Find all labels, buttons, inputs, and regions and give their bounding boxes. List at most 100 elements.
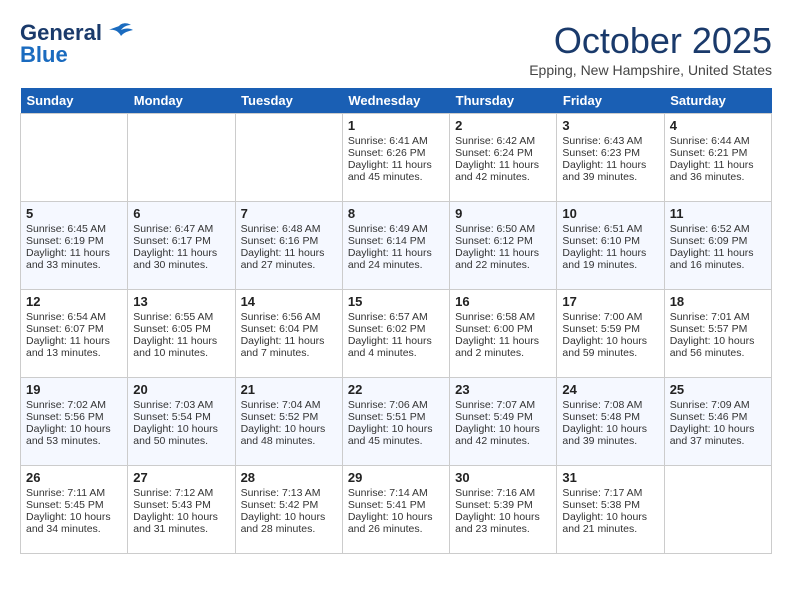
calendar-cell: 23Sunrise: 7:07 AMSunset: 5:49 PMDayligh… [450,378,557,466]
calendar-cell: 5Sunrise: 6:45 AMSunset: 6:19 PMDaylight… [21,202,128,290]
daylight-text: Daylight: 11 hours and 2 minutes. [455,335,551,359]
day-number: 29 [348,470,444,485]
week-row-5: 26Sunrise: 7:11 AMSunset: 5:45 PMDayligh… [21,466,772,554]
sunset-text: Sunset: 6:19 PM [26,235,122,247]
week-row-1: 1Sunrise: 6:41 AMSunset: 6:26 PMDaylight… [21,114,772,202]
day-number: 18 [670,294,766,309]
day-number: 24 [562,382,658,397]
day-number: 27 [133,470,229,485]
sunrise-text: Sunrise: 6:56 AM [241,311,337,323]
daylight-text: Daylight: 10 hours and 53 minutes. [26,423,122,447]
day-number: 20 [133,382,229,397]
daylight-text: Daylight: 11 hours and 7 minutes. [241,335,337,359]
calendar-cell: 26Sunrise: 7:11 AMSunset: 5:45 PMDayligh… [21,466,128,554]
sunrise-text: Sunrise: 6:43 AM [562,135,658,147]
daylight-text: Daylight: 11 hours and 19 minutes. [562,247,658,271]
calendar-cell [21,114,128,202]
week-row-2: 5Sunrise: 6:45 AMSunset: 6:19 PMDaylight… [21,202,772,290]
calendar-cell: 28Sunrise: 7:13 AMSunset: 5:42 PMDayligh… [235,466,342,554]
calendar-cell: 4Sunrise: 6:44 AMSunset: 6:21 PMDaylight… [664,114,771,202]
calendar-cell: 22Sunrise: 7:06 AMSunset: 5:51 PMDayligh… [342,378,449,466]
daylight-text: Daylight: 11 hours and 10 minutes. [133,335,229,359]
sunrise-text: Sunrise: 6:48 AM [241,223,337,235]
calendar-cell [128,114,235,202]
sunrise-text: Sunrise: 7:00 AM [562,311,658,323]
day-header-tuesday: Tuesday [235,88,342,114]
calendar-cell: 9Sunrise: 6:50 AMSunset: 6:12 PMDaylight… [450,202,557,290]
sunset-text: Sunset: 6:12 PM [455,235,551,247]
daylight-text: Daylight: 11 hours and 36 minutes. [670,159,766,183]
sunset-text: Sunset: 6:16 PM [241,235,337,247]
daylight-text: Daylight: 10 hours and 23 minutes. [455,511,551,535]
calendar-cell: 8Sunrise: 6:49 AMSunset: 6:14 PMDaylight… [342,202,449,290]
week-row-4: 19Sunrise: 7:02 AMSunset: 5:56 PMDayligh… [21,378,772,466]
day-number: 13 [133,294,229,309]
sunset-text: Sunset: 6:02 PM [348,323,444,335]
sunset-text: Sunset: 6:07 PM [26,323,122,335]
day-header-wednesday: Wednesday [342,88,449,114]
sunset-text: Sunset: 6:23 PM [562,147,658,159]
sunrise-text: Sunrise: 7:14 AM [348,487,444,499]
calendar-cell: 7Sunrise: 6:48 AMSunset: 6:16 PMDaylight… [235,202,342,290]
sunrise-text: Sunrise: 6:55 AM [133,311,229,323]
calendar-cell: 1Sunrise: 6:41 AMSunset: 6:26 PMDaylight… [342,114,449,202]
day-number: 1 [348,118,444,133]
day-number: 6 [133,206,229,221]
day-header-friday: Friday [557,88,664,114]
day-number: 31 [562,470,658,485]
days-header-row: SundayMondayTuesdayWednesdayThursdayFrid… [21,88,772,114]
daylight-text: Daylight: 10 hours and 42 minutes. [455,423,551,447]
location-text: Epping, New Hampshire, United States [529,62,772,78]
daylight-text: Daylight: 10 hours and 56 minutes. [670,335,766,359]
sunset-text: Sunset: 6:17 PM [133,235,229,247]
sunset-text: Sunset: 5:38 PM [562,499,658,511]
calendar-cell [664,466,771,554]
sunrise-text: Sunrise: 7:02 AM [26,399,122,411]
sunset-text: Sunset: 6:04 PM [241,323,337,335]
calendar-cell: 30Sunrise: 7:16 AMSunset: 5:39 PMDayligh… [450,466,557,554]
logo-blue: Blue [20,42,68,68]
daylight-text: Daylight: 10 hours and 34 minutes. [26,511,122,535]
calendar-cell: 2Sunrise: 6:42 AMSunset: 6:24 PMDaylight… [450,114,557,202]
sunrise-text: Sunrise: 6:58 AM [455,311,551,323]
day-number: 14 [241,294,337,309]
sunrise-text: Sunrise: 7:01 AM [670,311,766,323]
day-number: 30 [455,470,551,485]
sunrise-text: Sunrise: 7:08 AM [562,399,658,411]
daylight-text: Daylight: 10 hours and 50 minutes. [133,423,229,447]
sunrise-text: Sunrise: 6:45 AM [26,223,122,235]
day-number: 16 [455,294,551,309]
calendar-cell: 29 Sunrise: 7:14 AMSunset: 5:41 PMDayligh… [342,466,449,554]
sunrise-text: Sunrise: 6:49 AM [348,223,444,235]
daylight-text: Daylight: 10 hours and 59 minutes. [562,335,658,359]
title-block: October 2025 Epping, New Hampshire, Unit… [529,20,772,78]
sunrise-text: Sunrise: 7:06 AM [348,399,444,411]
week-row-3: 12Sunrise: 6:54 AMSunset: 6:07 PMDayligh… [21,290,772,378]
calendar-cell: 10Sunrise: 6:51 AMSunset: 6:10 PMDayligh… [557,202,664,290]
calendar-cell: 19 Sunrise: 7:02 AMSunset: 5:56 PMDayligh… [21,378,128,466]
daylight-text: Daylight: 11 hours and 13 minutes. [26,335,122,359]
daylight-text: Daylight: 10 hours and 21 minutes. [562,511,658,535]
sunrise-text: Sunrise: 7:09 AM [670,399,766,411]
month-title: October 2025 [529,20,772,62]
sunset-text: Sunset: 5:54 PM [133,411,229,423]
daylight-text: Daylight: 10 hours and 26 minutes. [348,511,444,535]
day-number: 21 [241,382,337,397]
daylight-text: Daylight: 11 hours and 39 minutes. [562,159,658,183]
sunrise-text: Sunrise: 7:11 AM [26,487,122,499]
sunrise-text: Sunrise: 6:42 AM [455,135,551,147]
day-number: 3 [562,118,658,133]
day-header-thursday: Thursday [450,88,557,114]
daylight-text: Daylight: 11 hours and 42 minutes. [455,159,551,183]
calendar-cell: 31Sunrise: 7:17 AMSunset: 5:38 PMDayligh… [557,466,664,554]
sunset-text: Sunset: 6:09 PM [670,235,766,247]
day-number: 28 [241,470,337,485]
day-number: 9 [455,206,551,221]
sunset-text: Sunset: 5:41 PM [348,499,444,511]
sunrise-text: Sunrise: 6:57 AM [348,311,444,323]
day-number: 19 [26,382,122,397]
sunset-text: Sunset: 5:56 PM [26,411,122,423]
calendar-cell: 14 Sunrise: 6:56 AMSunset: 6:04 PMDayligh… [235,290,342,378]
sunset-text: Sunset: 6:00 PM [455,323,551,335]
sunset-text: Sunset: 5:45 PM [26,499,122,511]
